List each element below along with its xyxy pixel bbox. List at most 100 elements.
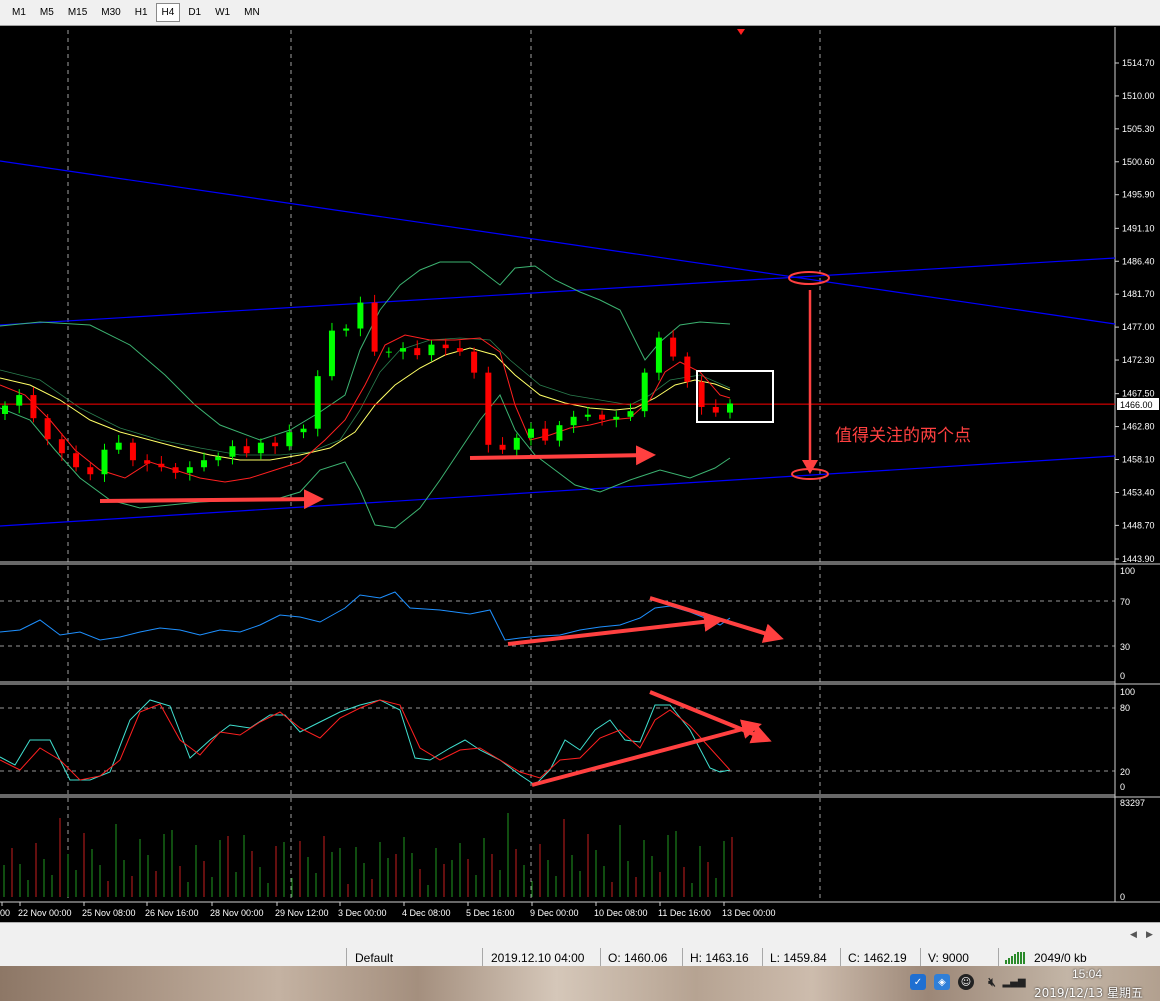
timeframe-h1-button[interactable]: H1 xyxy=(129,3,154,22)
time-tick-label: 00 xyxy=(0,908,10,918)
candle-bear xyxy=(442,344,449,349)
shield-icon[interactable]: ✓ xyxy=(910,974,926,990)
timeframe-m15-button[interactable]: M15 xyxy=(62,3,93,22)
timeframe-m1-button[interactable]: M1 xyxy=(6,3,32,22)
annotation-arrow-1 xyxy=(99,489,324,510)
timeframe-m5-button[interactable]: M5 xyxy=(34,3,60,22)
indicator-levels xyxy=(0,600,1115,772)
candle-bull xyxy=(16,395,23,406)
candle-bear xyxy=(456,348,463,352)
stoch-level-100: 100 xyxy=(1120,687,1135,697)
taskbar: ✓ ◈ ☺ 🔇︎ ▂▄▆ 15:04 2019/12/13 星期五 xyxy=(0,966,1160,1001)
network-signal-icon[interactable]: ▂▄▆ xyxy=(1002,974,1025,990)
annotation-marker-top xyxy=(737,29,745,35)
candle-bear xyxy=(414,348,421,356)
price-tick-label: 1495.90 xyxy=(1122,190,1155,200)
clock-date[interactable]: 2019/12/13 星期五 xyxy=(1034,984,1143,1001)
candle-bull xyxy=(229,446,236,457)
volume-min-label: 0 xyxy=(1120,892,1125,902)
clock-time[interactable]: 15:04 xyxy=(1072,967,1102,981)
candle-bull xyxy=(556,425,563,441)
candle-bear xyxy=(172,467,179,473)
volume-pane xyxy=(3,813,733,897)
candle-bull xyxy=(115,442,122,450)
status-connection[interactable]: 2049/0 kb xyxy=(1034,951,1087,965)
price-tick-label: 1462.80 xyxy=(1122,422,1155,432)
price-tick-label: 1448.70 xyxy=(1122,520,1155,530)
qq-icon[interactable]: ☺ xyxy=(958,974,974,990)
scroll-left-icon[interactable]: ◀ xyxy=(1130,929,1137,940)
candle-bull xyxy=(201,460,208,468)
stoch-signal-line xyxy=(0,699,731,781)
price-tick-label: 1481.70 xyxy=(1122,289,1155,299)
timeframe-m30-button[interactable]: M30 xyxy=(95,3,126,22)
timeframe-h4-button[interactable]: H4 xyxy=(155,3,181,22)
status-high: H: 1463.16 xyxy=(690,951,749,965)
candle-bull xyxy=(727,403,733,413)
rsi-level-30: 30 xyxy=(1120,642,1130,652)
time-tick-label: 22 Nov 00:00 xyxy=(18,908,72,918)
annotation-text: 值得关注的两个点 xyxy=(835,426,971,445)
moving-averages xyxy=(0,334,731,483)
scroll-right-icon[interactable]: ▶ xyxy=(1146,929,1153,940)
status-close: C: 1462.19 xyxy=(848,951,907,965)
chart-scrollbar[interactable]: ◀ ▶ xyxy=(0,922,1160,946)
candle-bull xyxy=(314,376,321,429)
time-tick-label: 3 Dec 00:00 xyxy=(338,908,387,918)
candle-bear xyxy=(670,337,677,357)
candle-bull xyxy=(286,432,293,447)
volume-muted-icon[interactable]: 🔇︎ xyxy=(984,974,1000,990)
price-tick-label: 1458.10 xyxy=(1122,455,1155,465)
candle-bear xyxy=(272,442,279,447)
time-tick-label: 25 Nov 08:00 xyxy=(82,908,136,918)
candle-bull xyxy=(584,414,591,417)
bollinger-middle xyxy=(0,337,731,456)
timeframe-toolbar: M1 M5 M15 M30 H1 H4 D1 W1 MN xyxy=(0,0,1160,26)
rsi-level-70: 70 xyxy=(1120,597,1130,607)
trendline-upper-rising xyxy=(0,257,1116,326)
price-tick-label: 1472.30 xyxy=(1122,355,1155,365)
trendlines xyxy=(0,160,1116,527)
candle-bull xyxy=(328,330,335,377)
timeframe-mn-button[interactable]: MN xyxy=(238,3,266,22)
candle-bull xyxy=(428,344,435,356)
candle-bear xyxy=(44,418,51,440)
price-tick-label: 1477.00 xyxy=(1122,322,1155,332)
candle-bull xyxy=(570,416,577,426)
network-box-icon[interactable]: ◈ xyxy=(934,974,950,990)
candle-bull xyxy=(613,416,620,420)
annotation-arrow-2 xyxy=(469,445,656,466)
volume-max-label: 83297 xyxy=(1120,798,1145,808)
candle-bull xyxy=(257,442,264,454)
price-tick-label: 1486.40 xyxy=(1122,256,1155,266)
candle-bull xyxy=(527,428,534,438)
rsi-annotation-arrow-1 xyxy=(507,611,724,646)
candle-bull xyxy=(101,449,108,475)
candle-bear xyxy=(542,428,549,441)
candle-bull xyxy=(2,405,8,414)
chart-canvas[interactable]: 值得关注的两个点 1514.70 1510.00 1505.30 1500.60 149… xyxy=(0,27,1160,922)
candle-bull xyxy=(357,302,364,329)
stoch-level-20: 20 xyxy=(1120,767,1130,777)
candle-bear xyxy=(158,463,165,468)
price-axis: 1514.70 1510.00 1505.30 1500.60 1495.90 1491.… xyxy=(1115,58,1155,564)
bollinger-lower xyxy=(0,394,731,529)
candle-bear xyxy=(129,442,136,461)
stoch-annotation-arrow-2 xyxy=(649,690,772,744)
stoch-level-0: 0 xyxy=(1120,782,1125,792)
status-bar: Default 2019.12.10 04:00 O: 1460.06 H: 1… xyxy=(0,946,1160,966)
connection-bars-icon xyxy=(1005,952,1031,964)
candle-bear xyxy=(243,446,250,454)
rsi-pane xyxy=(0,591,784,646)
candle-bull xyxy=(343,328,350,331)
timeframe-d1-button[interactable]: D1 xyxy=(182,3,207,22)
timeframe-w1-button[interactable]: W1 xyxy=(209,3,236,22)
status-open: O: 1460.06 xyxy=(608,951,668,965)
rsi-level-0: 0 xyxy=(1120,671,1125,681)
candle-bull xyxy=(513,437,520,450)
candle-bear xyxy=(684,356,691,382)
chart-window[interactable]: 值得关注的两个点 1514.70 1510.00 1505.30 1500.60 149… xyxy=(0,27,1160,922)
status-profile[interactable]: Default xyxy=(355,951,393,965)
point-of-interest-upper xyxy=(788,271,830,285)
time-tick-label: 11 Dec 16:00 xyxy=(658,908,711,918)
